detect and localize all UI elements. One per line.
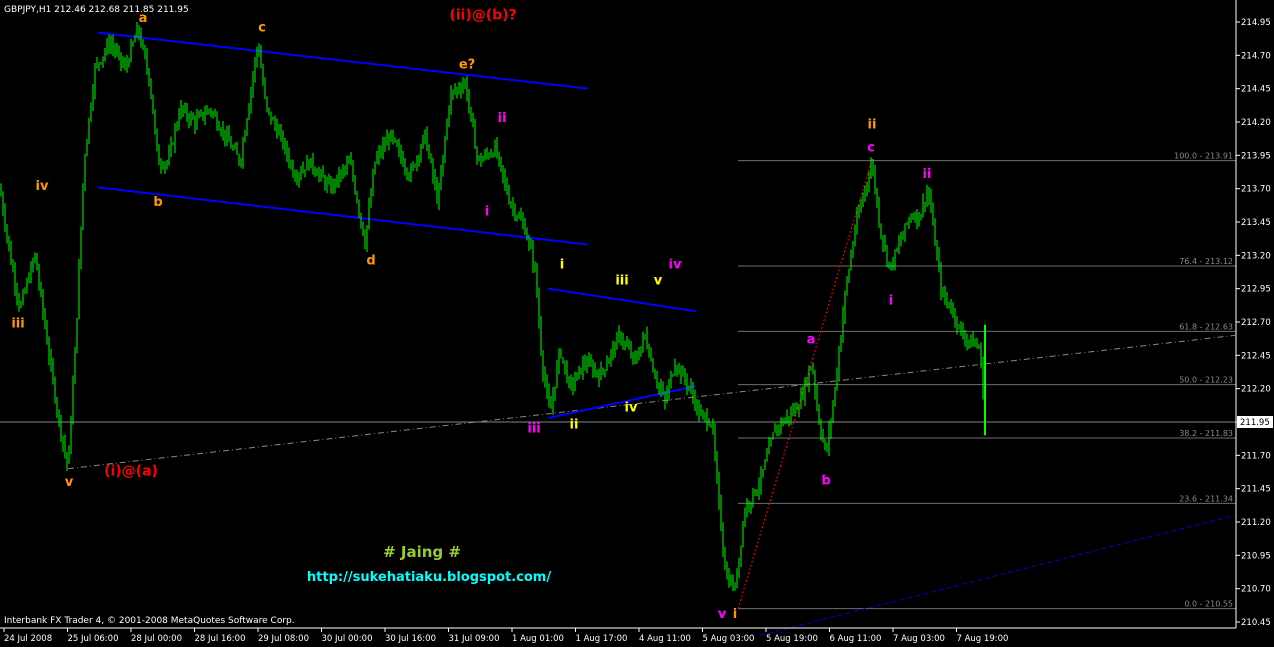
x-tick-label: 31 Jul 09:00: [449, 634, 500, 644]
wave-label: i: [889, 294, 893, 309]
x-tick-label: 25 Jul 06:00: [68, 634, 119, 644]
wave-label: iv: [669, 258, 682, 273]
y-tick-label: 212.70: [1241, 318, 1271, 328]
price-chart[interactable]: 100.0 - 213.91 76.4 - 213.12 61.8 - 212.63…: [0, 0, 1274, 647]
wave-label: ii: [570, 418, 579, 433]
symbol-header: GBPJPY,H1 212.46 212.68 211.85 211.95: [4, 5, 189, 15]
fib-level-label: 61.8 - 212.63: [1179, 322, 1233, 331]
wave-label: e?: [459, 58, 475, 73]
x-tick-label: 24 Jul 2008: [4, 634, 52, 644]
wave-label: ii: [923, 167, 932, 182]
y-tick-label: 211.45: [1241, 485, 1271, 495]
y-tick-label: 211.70: [1241, 451, 1271, 461]
wave-label: iii: [615, 274, 628, 289]
fib-level-label: 0.0 - 210.55: [1184, 600, 1233, 609]
x-tick-label: 29 Jul 08:00: [258, 634, 309, 644]
chart-background: [0, 0, 1274, 647]
wave-label: iv: [36, 179, 49, 194]
y-tick-label: 213.70: [1241, 185, 1271, 195]
y-tick-label: 212.45: [1241, 351, 1271, 361]
y-tick-label: 210.70: [1241, 585, 1271, 595]
current-price-label: 211.95: [1240, 418, 1270, 428]
y-tick-label: 214.20: [1241, 118, 1271, 128]
wave-label: iv: [625, 400, 638, 415]
y-tick-label: 210.45: [1241, 618, 1271, 628]
x-tick-label: 30 Jul 16:00: [385, 634, 436, 644]
x-tick-label: 6 Aug 11:00: [830, 634, 882, 644]
wave-label: v: [718, 607, 727, 622]
x-tick-label: 1 Aug 01:00: [512, 634, 564, 644]
y-tick-label: 213.20: [1241, 251, 1271, 261]
x-tick-label: 30 Jul 00:00: [322, 634, 373, 644]
y-tick-label: 210.95: [1241, 551, 1271, 561]
wave-label: iii: [527, 422, 540, 437]
x-tick-label: 5 Aug 19:00: [766, 634, 818, 644]
wave-label: v: [65, 475, 74, 490]
watermark-name: # Jaing #: [383, 543, 461, 561]
wave-label: i: [485, 204, 489, 219]
y-tick-label: 213.45: [1241, 218, 1271, 228]
x-tick-label: 5 Aug 03:00: [703, 634, 755, 644]
wave-label: (i)@(a): [104, 463, 158, 479]
y-tick-label: 214.95: [1241, 18, 1271, 28]
copyright-footer: Interbank FX Trader 4, © 2001-2008 MetaQ…: [4, 616, 295, 626]
wave-label: i: [733, 607, 737, 622]
wave-label: d: [366, 254, 375, 269]
wave-label: b: [153, 195, 162, 210]
wave-label: c: [867, 140, 875, 155]
wave-label: b: [821, 474, 830, 489]
wave-label: iii: [11, 316, 24, 331]
fib-level-label: 76.4 - 213.12: [1179, 257, 1233, 266]
x-tick-label: 4 Aug 11:00: [639, 634, 691, 644]
wave-label: ii: [868, 118, 877, 133]
watermark-url[interactable]: http://sukehatiaku.blogspot.com/: [307, 570, 551, 585]
fib-level-label: 38.2 - 211.83: [1179, 429, 1233, 438]
wave-label: v: [654, 274, 663, 289]
fib-level-label: 23.6 - 211.34: [1179, 494, 1233, 503]
wave-label: c: [258, 20, 266, 35]
x-tick-label: 7 Aug 19:00: [957, 634, 1009, 644]
x-tick-label: 28 Jul 00:00: [131, 634, 182, 644]
y-tick-label: 214.70: [1241, 51, 1271, 61]
y-tick-label: 211.20: [1241, 518, 1271, 528]
x-tick-label: 7 Aug 03:00: [893, 634, 945, 644]
wave-label: a: [807, 332, 816, 347]
x-tick-label: 28 Jul 16:00: [195, 634, 246, 644]
y-tick-label: 213.95: [1241, 151, 1271, 161]
y-tick-label: 212.95: [1241, 285, 1271, 295]
y-tick-label: 214.45: [1241, 85, 1271, 95]
wave-label: ii: [498, 111, 507, 126]
x-tick-label: 1 Aug 17:00: [576, 634, 628, 644]
y-tick-label: 212.20: [1241, 385, 1271, 395]
fib-level-label: 50.0 - 212.23: [1179, 376, 1233, 385]
fib-level-label: 100.0 - 213.91: [1174, 152, 1233, 161]
wave-label: (ii)@(b)?: [449, 7, 516, 23]
wave-label: i: [560, 258, 564, 273]
